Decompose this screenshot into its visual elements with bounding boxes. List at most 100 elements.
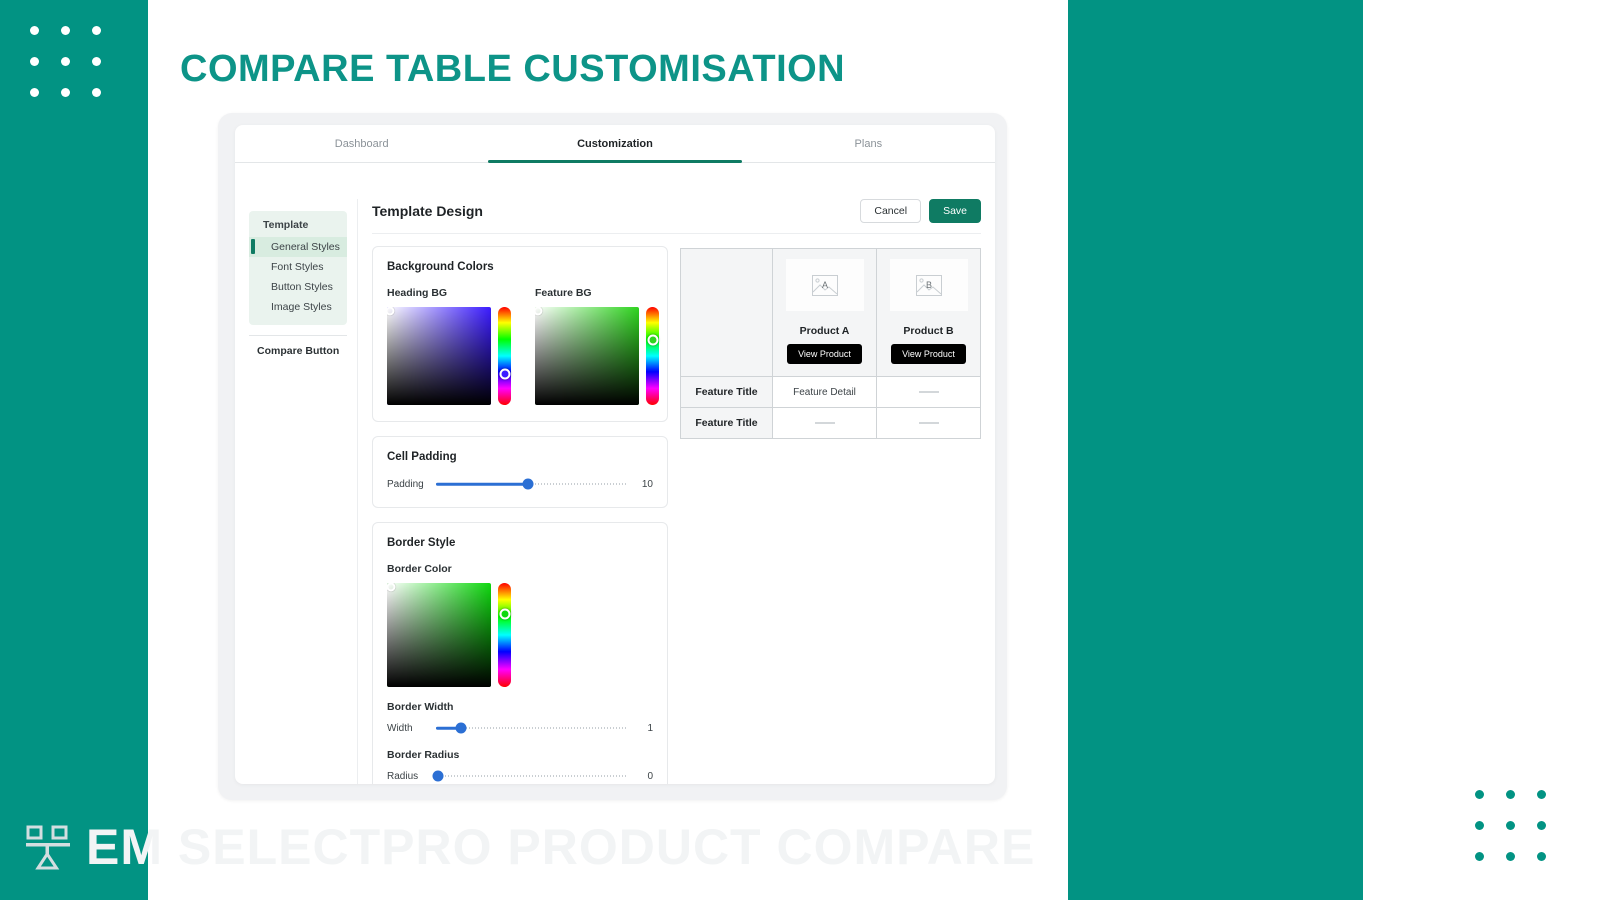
sidebar-item-image-styles[interactable]: Image Styles <box>249 297 347 317</box>
saturation-black-gradient <box>387 583 491 687</box>
sidebar-item-button-styles[interactable]: Button Styles <box>249 277 347 297</box>
sidebar-item-label: Font Styles <box>271 261 324 273</box>
preview-column: A Product A View Product B Product B Vie… <box>680 246 981 784</box>
radius-value: 0 <box>647 770 653 782</box>
product-a-view-button[interactable]: View Product <box>787 344 862 364</box>
tab-plans[interactable]: Plans <box>742 125 995 162</box>
app-window: Dashboard Customization Plans Template G… <box>235 125 995 784</box>
controls-column: Background Colors Heading BG Feature BG … <box>372 246 668 784</box>
color-pickers-row: Heading BG Feature BG <box>387 287 659 405</box>
panel-actions: Cancel Save <box>860 199 981 223</box>
dot <box>92 88 101 97</box>
heading-bg-hue-slider[interactable] <box>498 307 511 405</box>
picker-body <box>535 307 659 405</box>
save-button[interactable]: Save <box>929 199 981 223</box>
cancel-button[interactable]: Cancel <box>860 199 922 223</box>
hue-handle[interactable] <box>647 334 658 346</box>
sidebar-group-title: Template <box>263 219 309 231</box>
saturation-black-gradient <box>387 307 491 405</box>
dot <box>61 57 70 66</box>
padding-slider-label: Padding <box>387 478 424 490</box>
decorative-dot-grid-bottom-right <box>1475 790 1546 861</box>
picker-body <box>387 307 511 405</box>
border-radius-slider[interactable] <box>432 769 628 783</box>
background-colors-section: Background Colors Heading BG Feature BG <box>372 246 668 422</box>
main-panel: Template Design Cancel Save Background C… <box>357 199 981 784</box>
hue-handle[interactable] <box>499 368 510 380</box>
balance-scale-icon <box>26 825 70 870</box>
feature-value-empty <box>876 376 981 408</box>
decorative-dot-grid-top-left <box>30 26 101 97</box>
dot <box>30 57 39 66</box>
section-title: Border Style <box>387 537 456 549</box>
feature-value-empty <box>876 407 981 439</box>
feature-bg-hue-slider[interactable] <box>646 307 659 405</box>
svg-text:B: B <box>925 280 931 290</box>
table-row-products: A Product A View Product B Product B Vie… <box>680 248 981 377</box>
dot <box>1506 852 1515 861</box>
border-width-label: Border Width <box>387 701 454 713</box>
empty-dash <box>918 390 939 393</box>
panel-columns: Background Colors Heading BG Feature BG … <box>372 246 981 784</box>
dot <box>1537 852 1546 861</box>
border-radius-slider-row: Radius 0 <box>387 769 653 783</box>
picker-label: Heading BG <box>387 287 448 299</box>
border-width-slider[interactable] <box>436 721 628 735</box>
sidebar-item-compare-button[interactable]: Compare Button <box>249 335 347 366</box>
slider-thumb[interactable] <box>455 722 467 734</box>
table-row: Feature Title Feature Detail <box>680 376 981 408</box>
border-style-section: Border Style Border Color Border Width W… <box>372 522 668 784</box>
product-a-name: Product A <box>799 325 850 337</box>
border-color-picker <box>387 583 653 687</box>
page-title: COMPARE TABLE CUSTOMISATION <box>180 48 846 90</box>
saturation-black-gradient <box>535 307 639 405</box>
sidebar: Template General Styles Font Styles Butt… <box>249 211 347 784</box>
heading-bg-saturation-area[interactable] <box>387 307 491 405</box>
cell-padding-section: Cell Padding Padding 10 <box>372 436 668 508</box>
border-color-saturation-area[interactable] <box>387 583 491 687</box>
empty-dash <box>814 421 835 424</box>
tab-dashboard[interactable]: Dashboard <box>235 125 488 162</box>
product-a-image-placeholder: A <box>785 259 864 311</box>
hue-handle[interactable] <box>499 608 510 620</box>
product-b-view-button[interactable]: View Product <box>891 344 966 364</box>
feature-bg-saturation-area[interactable] <box>535 307 639 405</box>
heading-bg-picker: Heading BG <box>387 287 511 405</box>
product-a-cell: A Product A View Product <box>772 248 877 377</box>
border-color-label: Border Color <box>387 563 452 575</box>
watermark-text: EM SELECTPRO PRODUCT COMPARE <box>86 819 1036 875</box>
sidebar-item-label: Image Styles <box>271 301 332 313</box>
dot <box>1475 821 1484 830</box>
svg-text:A: A <box>821 280 827 290</box>
dot <box>30 26 39 35</box>
dot <box>1537 790 1546 799</box>
slider-thumb[interactable] <box>522 478 534 490</box>
table-row: Feature Title <box>680 407 981 439</box>
radius-slider-label: Radius <box>387 770 419 782</box>
panel-header: Template Design Cancel Save <box>372 199 981 234</box>
tab-customization[interactable]: Customization <box>488 125 742 163</box>
dot <box>1506 821 1515 830</box>
padding-slider[interactable] <box>436 477 628 491</box>
sidebar-item-general-styles[interactable]: General Styles <box>249 237 347 257</box>
empty-dash <box>918 421 939 424</box>
border-radius-label: Border Radius <box>387 749 460 761</box>
tab-label: Plans <box>854 137 883 150</box>
sidebar-item-font-styles[interactable]: Font Styles <box>249 257 347 277</box>
width-slider-label: Width <box>387 722 413 734</box>
tab-label: Dashboard <box>334 137 389 150</box>
tab-bar: Dashboard Customization Plans <box>235 125 995 163</box>
sidebar-group-template: Template General Styles Font Styles Butt… <box>249 211 347 325</box>
slider-track-fill <box>436 482 529 486</box>
screenshot-root: COMPARE TABLE CUSTOMISATION Dashboard Cu… <box>0 0 1600 900</box>
product-b-image-placeholder: B <box>889 259 968 311</box>
dot <box>1537 821 1546 830</box>
slider-thumb[interactable] <box>432 770 444 782</box>
product-b-name: Product B <box>903 325 954 337</box>
feature-value-empty <box>772 407 877 439</box>
section-title: Background Colors <box>387 261 494 273</box>
border-color-hue-slider[interactable] <box>498 583 511 687</box>
feature-bg-picker: Feature BG <box>535 287 659 405</box>
product-b-cell: B Product B View Product <box>876 248 981 377</box>
padding-value: 10 <box>641 478 653 490</box>
